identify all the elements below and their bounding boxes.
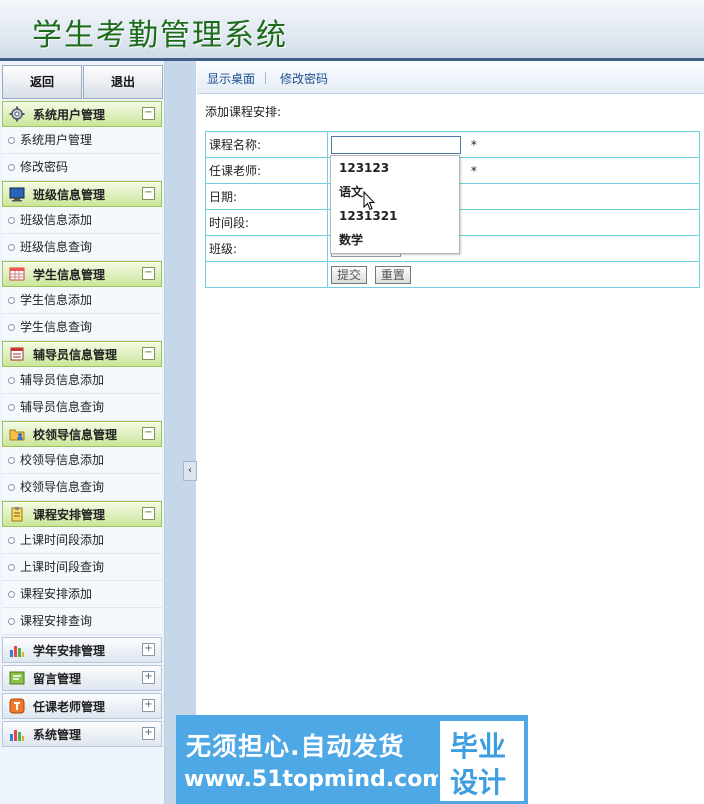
sidebar-menu: 系统用户管理 − 系统用户管理 修改密码 班级信息管理 − 班级信息添加 班级信… (2, 101, 162, 747)
exit-button[interactable]: 退出 (83, 65, 163, 99)
expand-icon[interactable]: + (142, 671, 155, 684)
required-mark: * (470, 163, 477, 178)
reset-button[interactable]: 重置 (374, 265, 411, 284)
app-title: 学生考勤管理系统 (32, 18, 288, 53)
collapse-icon[interactable]: − (142, 427, 155, 440)
menu-group-student-info[interactable]: 学生信息管理 − (2, 261, 162, 287)
course-name-cell: * (327, 131, 700, 158)
menu-item-counselor-add[interactable]: 辅导员信息添加 (2, 367, 162, 394)
watermark-url: www.51topmind.com (184, 767, 446, 792)
dropdown-option[interactable]: 1231321 (331, 204, 459, 228)
menu-item-leader-add[interactable]: 校领导信息添加 (2, 447, 162, 474)
menu-group-system-admin[interactable]: 系统管理 + (2, 721, 162, 747)
menu-item-period-query[interactable]: 上课时间段查询 (2, 554, 162, 581)
teacher-label: 任课老师: (205, 157, 328, 184)
folder-user-icon (9, 429, 25, 441)
dropdown-option[interactable]: 语文 (331, 180, 459, 204)
menu-group-system-users[interactable]: 系统用户管理 − (2, 101, 162, 127)
message-icon (9, 671, 25, 685)
menu-group-label: 辅导员信息管理 (33, 348, 118, 362)
required-mark: * (470, 137, 477, 152)
menu-group-label: 留言管理 (33, 672, 82, 686)
menu-group-teachers[interactable]: 任课老师管理 + (2, 693, 162, 719)
back-button[interactable]: 返回 (2, 65, 82, 99)
sidebar-collapse-button[interactable]: ‹ (183, 461, 197, 481)
watermark-line1: 无须担心.自动发货 (186, 732, 405, 761)
collapse-icon[interactable]: − (142, 507, 155, 520)
menu-group-academic-year[interactable]: 学年安排管理 + (2, 637, 162, 663)
menu-item-class-query[interactable]: 班级信息查询 (2, 234, 162, 261)
sidebar: 返回 退出 系统用户管理 − 系统用户管理 修改密码 班级信息管理 − 班级信息… (0, 61, 165, 804)
menu-group-label: 系统管理 (33, 728, 82, 742)
menu-group-label: 系统用户管理 (33, 108, 106, 122)
window-icon (10, 347, 24, 361)
app-header: 学生考勤管理系统 (0, 0, 704, 61)
menu-item-change-password[interactable]: 修改密码 (2, 154, 162, 181)
expand-icon[interactable]: + (142, 699, 155, 712)
menu-item-counselor-query[interactable]: 辅导员信息查询 (2, 394, 162, 421)
tab-show-desktop[interactable]: 显示桌面 (207, 70, 255, 87)
menu-item-system-users[interactable]: 系统用户管理 (2, 127, 162, 154)
dropdown-option[interactable]: 数学 (331, 228, 459, 252)
menu-item-course-add[interactable]: 课程安排添加 (2, 581, 162, 608)
watermark-badge-text1: 毕业 (450, 730, 507, 763)
menu-group-course-schedule[interactable]: 课程安排管理 − (2, 501, 162, 527)
gear-icon (9, 106, 25, 122)
menu-group-label: 学生信息管理 (33, 268, 106, 282)
menu-item-period-add[interactable]: 上课时间段添加 (2, 527, 162, 554)
date-label: 日期: (205, 183, 328, 210)
main-content: 显示桌面 修改密码 添加课程安排: 课程名称: * 任课老师: * 日期: 时间… (197, 61, 704, 804)
bar-chart-icon (10, 646, 24, 657)
menu-item-course-query[interactable]: 课程安排查询 (2, 608, 162, 635)
menu-group-label: 任课老师管理 (33, 700, 106, 714)
collapse-icon[interactable]: − (142, 267, 155, 280)
teacher-icon (9, 698, 25, 714)
page-title: 添加课程安排: (205, 105, 282, 119)
tab-divider (265, 72, 266, 84)
period-label: 时间段: (205, 209, 328, 236)
menu-group-leader-info[interactable]: 校领导信息管理 − (2, 421, 162, 447)
menu-item-class-add[interactable]: 班级信息添加 (2, 207, 162, 234)
watermark-banner: 无须担心.自动发货 www.51topmind.com 毕业 设计 (176, 715, 528, 804)
menu-group-label: 学年安排管理 (33, 644, 106, 658)
table-icon (9, 267, 25, 281)
expand-icon[interactable]: + (142, 727, 155, 740)
collapse-icon[interactable]: − (142, 187, 155, 200)
watermark-badge: 毕业 设计 (438, 719, 526, 803)
expand-icon[interactable]: + (142, 643, 155, 656)
menu-item-student-add[interactable]: 学生信息添加 (2, 287, 162, 314)
top-tabs: 显示桌面 修改密码 (197, 61, 704, 94)
course-name-label: 课程名称: (205, 131, 328, 158)
menu-item-leader-query[interactable]: 校领导信息查询 (2, 474, 162, 501)
submit-button[interactable]: 提交 (331, 265, 368, 284)
empty-label-cell (205, 261, 328, 288)
form-row-actions: 提交 重置 (205, 261, 700, 288)
monitor-icon (9, 187, 25, 202)
tab-change-password[interactable]: 修改密码 (280, 70, 328, 87)
menu-group-label: 校领导信息管理 (33, 428, 118, 442)
menu-group-counselor-info[interactable]: 辅导员信息管理 − (2, 341, 162, 367)
clipboard-icon (11, 507, 23, 522)
menu-item-student-query[interactable]: 学生信息查询 (2, 314, 162, 341)
watermark-badge-text2: 设计 (450, 766, 507, 799)
dropdown-option[interactable]: 123123 (331, 156, 459, 180)
collapse-icon[interactable]: − (142, 107, 155, 120)
menu-group-label: 班级信息管理 (33, 188, 106, 202)
course-name-input[interactable] (331, 135, 461, 154)
sidebar-top-buttons: 返回 退出 (2, 65, 163, 99)
class-label: 班级: (205, 235, 328, 262)
mouse-pointer-icon (363, 191, 375, 211)
bar-chart-icon (10, 730, 24, 741)
menu-group-class-info[interactable]: 班级信息管理 − (2, 181, 162, 207)
sidebar-splitter (165, 61, 196, 804)
actions-cell: 提交 重置 (327, 261, 700, 288)
menu-group-messages[interactable]: 留言管理 + (2, 665, 162, 691)
autocomplete-dropdown: 123123 语文 1231321 数学 (330, 155, 460, 254)
menu-group-label: 课程安排管理 (33, 508, 106, 522)
form-row-course: 课程名称: * (205, 131, 700, 158)
collapse-icon[interactable]: − (142, 347, 155, 360)
